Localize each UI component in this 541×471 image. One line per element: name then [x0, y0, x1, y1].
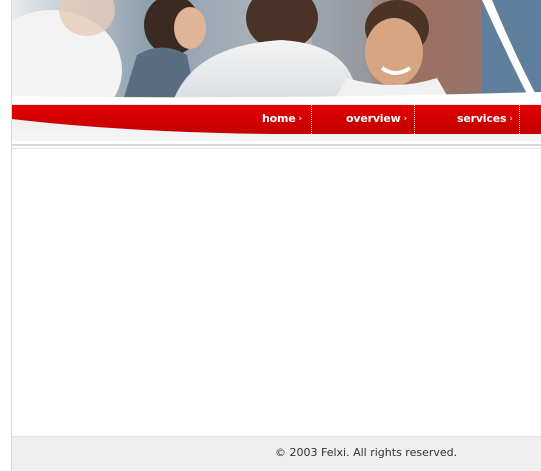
nav-home-link[interactable]: home › — [262, 105, 302, 134]
chevron-right-icon: › — [298, 114, 303, 124]
nav-divider — [519, 105, 520, 134]
nav-services-link[interactable]: services › — [457, 105, 513, 134]
page: home › overview › services › © 2003 Felxi. … — [0, 0, 541, 471]
copyright-text: © 2003 Felxi. All rights reserved. — [275, 446, 458, 459]
chevron-right-icon: › — [509, 114, 513, 124]
footer: © 2003 Felxi. All rights reserved. — [12, 436, 541, 471]
nav-overview-link[interactable]: overview › — [346, 105, 407, 134]
nav-divider — [311, 105, 312, 134]
header-divider — [12, 144, 541, 146]
main-content — [12, 149, 541, 436]
nav-divider — [414, 105, 415, 134]
nav-home-label: home — [262, 112, 296, 125]
header-banner — [12, 0, 541, 104]
nav-overview-label: overview — [346, 112, 401, 125]
team-meeting-photo — [12, 0, 541, 104]
chevron-right-icon: › — [403, 114, 408, 124]
nav-services-label: services — [457, 112, 507, 125]
